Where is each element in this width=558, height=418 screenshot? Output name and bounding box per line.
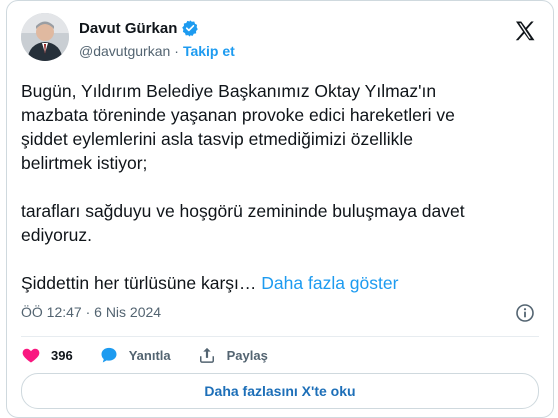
tweet-card: Davut Gürkan @davutgurkan · Takip et Bug… (6, 0, 554, 418)
share-button[interactable]: Paylaş (197, 345, 268, 365)
action-bar: 396 Yanıtla Paylaş (21, 344, 294, 366)
x-logo-icon[interactable] (513, 19, 537, 43)
follow-button[interactable]: Takip et (183, 43, 235, 59)
tweet-line: Şiddettin her türlüsüne karşı… (21, 273, 257, 293)
reply-label: Yanıtla (128, 347, 171, 363)
read-more-button[interactable]: Daha fazlasını X'te oku (21, 373, 539, 409)
tweet-line: şiddet eylemlerini asla tasvip etmediğim… (21, 129, 413, 149)
like-count: 396 (51, 347, 73, 363)
reply-bubble-icon (101, 347, 117, 363)
handle-row: @davutgurkan · Takip et (79, 43, 235, 59)
reply-button[interactable]: Yanıtla (99, 345, 171, 365)
tweet-text: Bugün, Yıldırım Belediye Başkanımız Okta… (21, 79, 541, 295)
tweet-line: ediyoruz. (21, 225, 93, 245)
tweet-line: tarafları sağduyu ve hoşgörü zemininde b… (21, 201, 465, 221)
tweet-line: Bugün, Yıldırım Belediye Başkanımız Okta… (21, 81, 437, 101)
timestamp[interactable]: ÖÖ 12:47 · 6 Nis 2024 (21, 304, 161, 320)
tweet-line: belirtmek istiyor; (21, 153, 148, 173)
divider (21, 336, 539, 337)
tweet-line-truncated: Şiddettin her türlüsüne karşı… Daha fazl… (21, 271, 541, 295)
info-icon[interactable] (515, 303, 535, 323)
name-row: Davut Gürkan (79, 19, 199, 37)
avatar-image (21, 13, 69, 61)
show-more-link[interactable]: Daha fazla göster (261, 273, 398, 293)
display-name[interactable]: Davut Gürkan (79, 20, 177, 37)
heart-icon (22, 348, 40, 363)
separator-dot: · (174, 43, 179, 59)
tweet-line: mazbata töreninde yaşanan provoke edici … (21, 105, 455, 125)
like-button[interactable]: 396 (21, 345, 73, 365)
share-icon (199, 347, 214, 363)
verified-badge-icon (181, 19, 199, 37)
avatar[interactable] (21, 13, 69, 61)
share-label: Paylaş (226, 347, 268, 363)
tweet-header: Davut Gürkan @davutgurkan · Takip et (21, 13, 539, 61)
user-handle[interactable]: @davutgurkan (79, 43, 170, 59)
